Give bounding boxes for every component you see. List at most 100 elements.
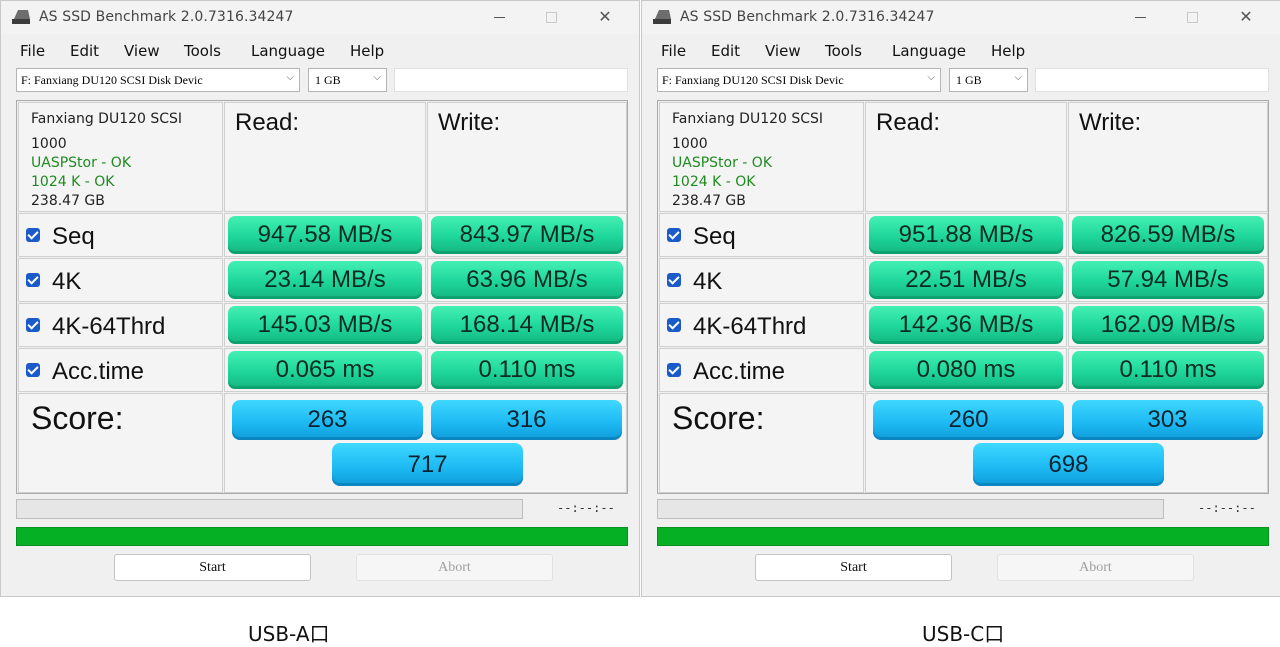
status-field <box>1035 68 1269 92</box>
row-label-seq: Seq <box>18 213 223 257</box>
row-label-seq: Seq <box>659 213 864 257</box>
menu-file[interactable]: File <box>661 42 686 60</box>
driver-status: UASPStor - OK <box>31 155 132 171</box>
row-label-4k64: 4K-64Thrd <box>659 303 864 347</box>
menu-tools[interactable]: Tools <box>184 42 221 60</box>
acctime-read-cell: 0.080 ms <box>865 348 1067 392</box>
test-size-select[interactable]: 1 GB ⌵ <box>949 68 1028 92</box>
menu-language[interactable]: Language <box>892 42 966 60</box>
menu-view[interactable]: View <box>765 42 801 60</box>
chevron-down-icon: ⌵ <box>286 72 294 83</box>
read-header: Read: <box>876 109 941 136</box>
acctime-write-cell: 0.110 ms <box>1068 348 1268 392</box>
minimize-button[interactable] <box>477 5 521 29</box>
score-total: 717 <box>332 443 523 486</box>
acctime-checkbox[interactable] <box>26 363 40 377</box>
drive-firmware: 1000 <box>31 136 67 152</box>
write-header-cell: Write: <box>1068 102 1268 212</box>
start-button[interactable]: Start <box>755 554 952 581</box>
start-button[interactable]: Start <box>114 554 311 581</box>
menu-file[interactable]: File <box>20 42 45 60</box>
4k64-read-cell: 145.03 MB/s <box>224 303 426 347</box>
drive-select-value: F: Fanxiang DU120 SCSI Disk Devic <box>662 73 844 87</box>
drive-firmware: 1000 <box>672 136 708 152</box>
seq-label: Seq <box>52 223 95 250</box>
4k-checkbox[interactable] <box>26 273 40 287</box>
score-area: 260 303 698 <box>865 393 1268 493</box>
score-area: 263 316 717 <box>224 393 627 493</box>
menu-help[interactable]: Help <box>350 42 384 60</box>
acctime-write-value: 0.110 ms <box>431 351 623 389</box>
seq-write-value: 843.97 MB/s <box>431 216 623 254</box>
title-bar: AS SSD Benchmark 2.0.7316.34247 ✕ <box>1 1 639 34</box>
overall-progress-bar <box>16 527 628 546</box>
score-label: Score: <box>31 400 124 436</box>
4k-read-cell: 22.51 MB/s <box>865 258 1067 302</box>
menu-view[interactable]: View <box>124 42 160 60</box>
drive-model: Fanxiang DU120 SCSI <box>672 111 824 127</box>
acctime-checkbox[interactable] <box>667 363 681 377</box>
test-progress-bar <box>16 499 523 519</box>
4k64-write-value: 168.14 MB/s <box>431 306 623 344</box>
4k64-write-cell: 162.09 MB/s <box>1068 303 1268 347</box>
menu-edit[interactable]: Edit <box>70 42 99 60</box>
4k-read-value: 23.14 MB/s <box>228 261 422 299</box>
4k64-write-value: 162.09 MB/s <box>1072 306 1264 344</box>
seq-write-cell: 843.97 MB/s <box>427 213 627 257</box>
acctime-read-value: 0.065 ms <box>228 351 422 389</box>
drive-select[interactable]: F: Fanxiang DU120 SCSI Disk Devic ⌵ <box>16 68 300 92</box>
score-read: 263 <box>232 400 423 440</box>
app-icon <box>12 10 30 24</box>
caption-usb-c: USB-C口 <box>922 622 1005 646</box>
read-header-cell: Read: <box>224 102 426 212</box>
drive-info-panel: Fanxiang DU120 SCSI 1000 UASPStor - OK 1… <box>659 102 864 212</box>
benchmark-window-usb-c: AS SSD Benchmark 2.0.7316.34247 ✕ File E… <box>641 0 1280 597</box>
menu-tools[interactable]: Tools <box>825 42 862 60</box>
minimize-icon <box>493 16 505 18</box>
4k64-checkbox[interactable] <box>667 318 681 332</box>
overall-progress-bar <box>657 527 1269 546</box>
benchmark-window-usb-a: AS SSD Benchmark 2.0.7316.34247 ✕ File E… <box>0 0 640 597</box>
seq-read-value: 947.58 MB/s <box>228 216 422 254</box>
menu-help[interactable]: Help <box>991 42 1025 60</box>
abort-button[interactable]: Abort <box>356 554 553 581</box>
drive-select[interactable]: F: Fanxiang DU120 SCSI Disk Devic ⌵ <box>657 68 941 92</box>
test-size-select[interactable]: 1 GB ⌵ <box>308 68 387 92</box>
menu-edit[interactable]: Edit <box>711 42 740 60</box>
minimize-button[interactable] <box>1118 5 1162 29</box>
4k64-write-cell: 168.14 MB/s <box>427 303 627 347</box>
read-header-cell: Read: <box>865 102 1067 212</box>
seq-checkbox[interactable] <box>26 228 40 242</box>
row-label-4k: 4K <box>659 258 864 302</box>
4k-checkbox[interactable] <box>667 273 681 287</box>
4k-label: 4K <box>52 268 82 295</box>
row-label-4k: 4K <box>18 258 223 302</box>
menu-language[interactable]: Language <box>251 42 325 60</box>
menu-bar: File Edit View Tools Language Help <box>1 39 639 63</box>
close-icon: ✕ <box>1239 9 1253 26</box>
test-size-value: 1 GB <box>315 73 341 87</box>
score-write: 303 <box>1072 400 1263 440</box>
seq-checkbox[interactable] <box>667 228 681 242</box>
score-total: 698 <box>973 443 1164 486</box>
maximize-button[interactable] <box>1170 5 1214 29</box>
4k64-label: 4K-64Thrd <box>693 313 807 340</box>
close-button[interactable]: ✕ <box>1224 5 1268 29</box>
seq-write-cell: 826.59 MB/s <box>1068 213 1268 257</box>
results-grid: Fanxiang DU120 SCSI 1000 UASPStor - OK 1… <box>657 100 1269 494</box>
maximize-icon <box>545 11 557 23</box>
4k-read-value: 22.51 MB/s <box>869 261 1063 299</box>
app-icon <box>653 10 671 24</box>
close-button[interactable]: ✕ <box>583 5 627 29</box>
4k64-checkbox[interactable] <box>26 318 40 332</box>
write-header-cell: Write: <box>427 102 627 212</box>
window-title: AS SSD Benchmark 2.0.7316.34247 <box>680 9 935 25</box>
abort-button[interactable]: Abort <box>997 554 1194 581</box>
acctime-write-cell: 0.110 ms <box>427 348 627 392</box>
4k-write-value: 57.94 MB/s <box>1072 261 1264 299</box>
score-write: 316 <box>431 400 622 440</box>
acctime-write-value: 0.110 ms <box>1072 351 1264 389</box>
read-header: Read: <box>235 109 300 136</box>
row-label-4k64: 4K-64Thrd <box>18 303 223 347</box>
maximize-button[interactable] <box>529 5 573 29</box>
